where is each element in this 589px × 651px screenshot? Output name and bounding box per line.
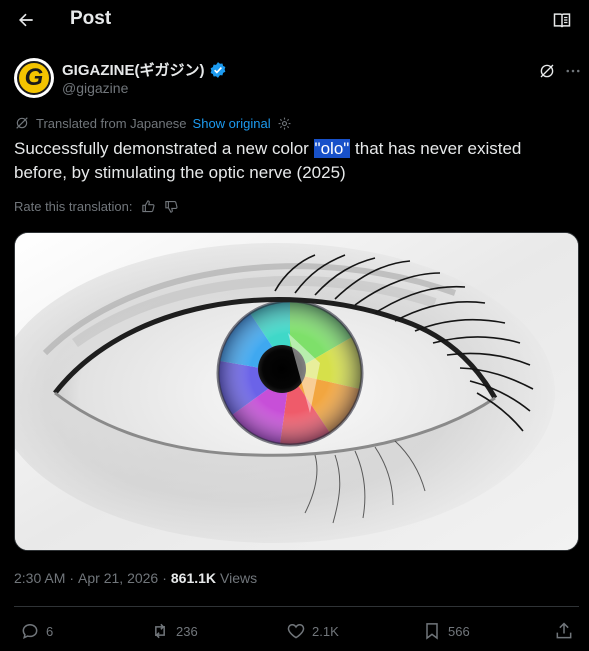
display-name[interactable]: GIGAZINE(ギガジン): [62, 59, 205, 80]
handle[interactable]: @gigazine: [62, 80, 128, 96]
page-title: Post: [70, 8, 112, 29]
views-count[interactable]: 861.1K: [171, 570, 216, 586]
divider: [14, 606, 579, 607]
bookmark-count: 566: [448, 623, 470, 639]
post-time[interactable]: 2:30 AM: [14, 570, 65, 586]
grok-button[interactable]: [536, 60, 558, 82]
post-date[interactable]: Apr 21, 2026: [78, 570, 158, 586]
meta-separator: ·: [69, 570, 75, 586]
action-bar: 6 236 2.1K 566: [14, 618, 579, 646]
author-row: G GIGAZINE(ギガジン) @gigazine: [14, 56, 580, 100]
meta-separator: ·: [162, 570, 167, 586]
reader-mode-button[interactable]: [550, 8, 574, 32]
thumbs-down-icon[interactable]: [164, 199, 179, 214]
back-button[interactable]: [12, 6, 40, 34]
tweet-text: Successfully demonstrated a new color "o…: [14, 137, 574, 185]
heart-icon: [287, 623, 305, 639]
show-original-link[interactable]: Show original: [193, 116, 271, 131]
author-name-wrap: GIGAZINE(ギガジン): [62, 59, 227, 80]
thumbs-up-icon[interactable]: [141, 199, 156, 214]
tweet-text-highlight: "olo": [313, 139, 351, 158]
tweet-text-part: Successfully demonstrated a new color: [14, 139, 314, 158]
eye-photo: [15, 233, 578, 550]
verified-badge-icon: [210, 61, 225, 78]
post-meta: 2:30 AM · Apr 21, 2026 · 861.1K Views: [14, 570, 257, 586]
avatar-logo: G: [17, 61, 51, 95]
bookmark-button[interactable]: 566: [422, 618, 470, 644]
share-icon: [556, 622, 572, 639]
reply-icon: [22, 623, 38, 640]
top-bar: Post: [0, 0, 589, 40]
tweet-image[interactable]: [14, 232, 579, 551]
more-horizontal-icon: [566, 69, 580, 73]
translation-label: Translated from Japanese: [36, 115, 187, 131]
rate-translation-row: Rate this translation:: [14, 199, 179, 214]
views-label: Views: [220, 570, 258, 586]
reply-count: 6: [46, 623, 54, 639]
arrow-left-icon: [19, 13, 33, 27]
rate-translation-label: Rate this translation:: [14, 199, 133, 214]
repost-count: 236: [176, 623, 198, 639]
translation-notice: Translated from Japanese Show original: [14, 115, 292, 131]
repost-button[interactable]: 236: [150, 618, 198, 644]
like-count: 2.1K: [312, 623, 339, 639]
avatar[interactable]: G: [14, 58, 54, 98]
reader-mode-icon: [553, 13, 571, 28]
gear-icon[interactable]: [277, 116, 292, 131]
share-button[interactable]: [554, 618, 574, 644]
bookmark-icon: [426, 623, 438, 640]
like-button[interactable]: 2.1K: [286, 618, 339, 644]
repost-icon: [155, 623, 165, 639]
translate-icon: [16, 117, 28, 129]
grok-icon: [540, 64, 554, 78]
reply-button[interactable]: 6: [20, 618, 53, 644]
more-button[interactable]: [562, 60, 584, 82]
